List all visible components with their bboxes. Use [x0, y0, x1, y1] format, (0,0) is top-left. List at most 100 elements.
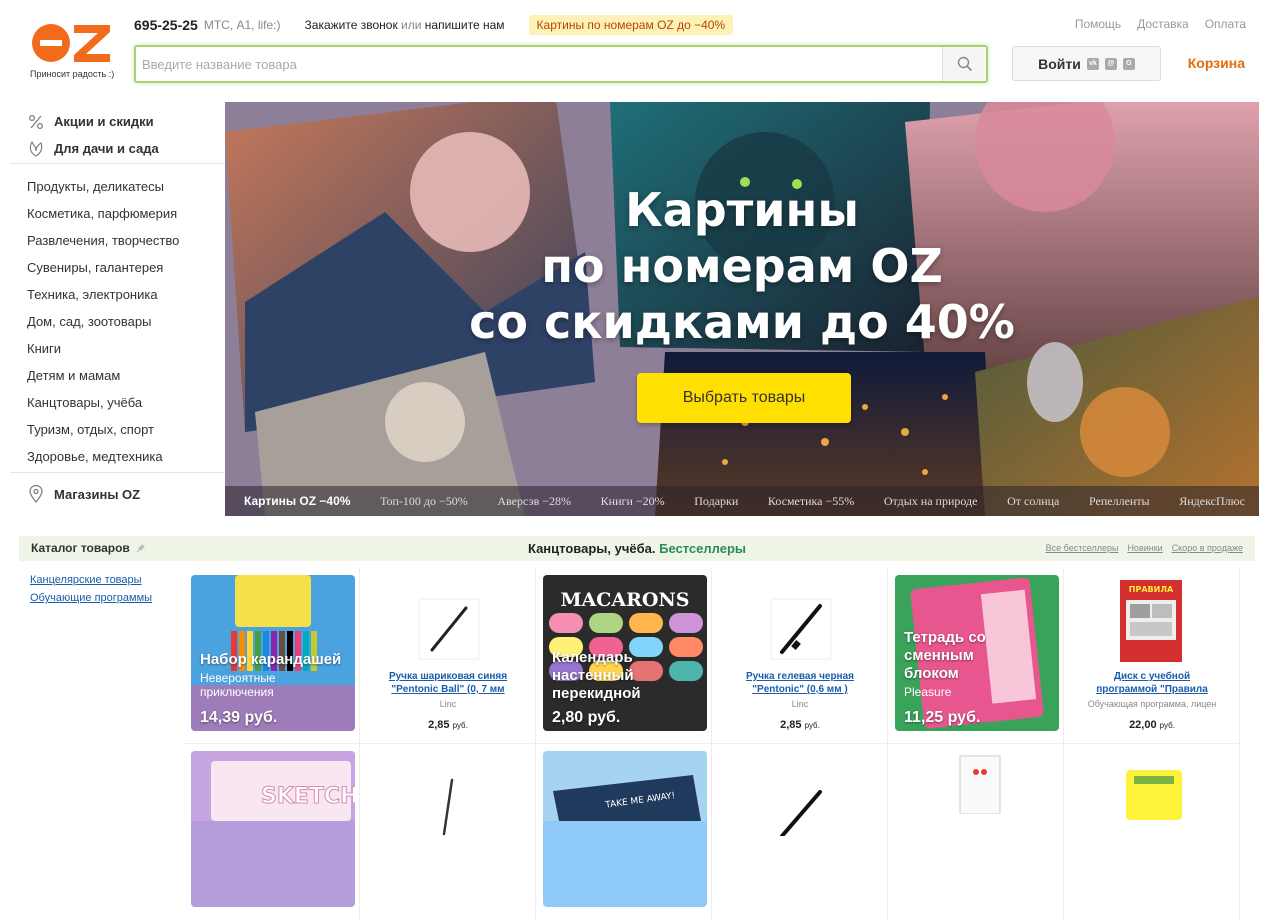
price-value: 22,00 [1129, 719, 1157, 731]
promo-badge[interactable]: Картины по номерам OZ до −40% [528, 15, 734, 35]
search-button[interactable] [942, 47, 986, 81]
svg-text:ПРАВИЛА: ПРАВИЛА [1129, 585, 1174, 594]
sidebar-item-stationery[interactable]: Канцтовары, учёба [10, 389, 225, 416]
banner-tab-paintings[interactable]: Картины OZ −40% [244, 494, 350, 508]
banner-tab-cosmetics[interactable]: Косметика −55% [768, 494, 854, 509]
google-plus-icon[interactable]: G [1122, 57, 1135, 70]
product-card[interactable] [1064, 744, 1240, 920]
sidebar-item-stores[interactable]: Магазины OZ [10, 473, 225, 515]
product-card[interactable]: ПРАВИЛА Диск с учебной программой "Прави… [1064, 568, 1240, 744]
sidebar-item-health[interactable]: Здоровье, медтехника [10, 443, 225, 470]
sidebar-item-sales[interactable]: Акции и скидки [10, 108, 225, 135]
login-button[interactable]: Войти vk @ G [1012, 46, 1161, 81]
product-card[interactable]: MACARONS Календарь настенный перекидной … [536, 568, 712, 744]
help-link[interactable]: Помощь [1075, 17, 1121, 31]
new-items-link[interactable]: Новинки [1127, 543, 1162, 553]
sidebar-item-electronics[interactable]: Техника, электроника [10, 281, 225, 308]
bestsellers-link[interactable]: Бестселлеры [659, 541, 746, 556]
promo-subtitle: Pleasure [904, 685, 952, 699]
sidebar-item-label: Магазины OZ [54, 486, 141, 502]
vk-icon[interactable]: vk [1086, 57, 1099, 70]
search-icon [957, 56, 972, 72]
product-title[interactable]: Ручка шариковая синяя "Pentonic Ball" (0… [368, 670, 528, 696]
product-card[interactable]: Набор карандашей Невероятные приключения… [184, 568, 360, 744]
product-card[interactable] [712, 744, 888, 920]
promo-image: MACARONS Календарь настенный перекидной … [543, 575, 707, 731]
phone-number[interactable]: 695-25-25 [134, 17, 198, 33]
sidebar-item-home[interactable]: Дом, сад, зоотовары [10, 308, 225, 335]
product-title-line: Ручка гелевая черная [746, 671, 854, 682]
pen-thumbnail [770, 598, 832, 660]
sidebar-item-entertainment[interactable]: Развлечения, творчество [10, 227, 225, 254]
sidebar-categories: Продукты, деликатесы Косметика, парфюмер… [10, 164, 225, 473]
callback-link[interactable]: Закажите звонок [305, 18, 398, 32]
sidebar-item-books[interactable]: Книги [10, 335, 225, 362]
promo-banner[interactable]: Картины по номерам OZ со скидками до 40%… [225, 102, 1259, 516]
sketchbook-illustration: SKETCH [191, 751, 355, 821]
banner-cta-button[interactable]: Выбрать товары [637, 373, 851, 423]
payment-link[interactable]: Оплата [1205, 17, 1246, 31]
login-label: Войти [1038, 55, 1081, 72]
product-image: TAKE ME AWAY! [543, 751, 707, 907]
promo-title: Тетрадь со сменным блоком [904, 629, 986, 682]
banner-tab-repellents[interactable]: Репелленты [1089, 494, 1150, 509]
sidebar-item-kids[interactable]: Детям и мамам [10, 362, 225, 389]
product-card[interactable]: TAKE ME AWAY! [536, 744, 712, 920]
product-brand: Linc [439, 699, 457, 709]
product-title-line: Ручка шариковая синяя [388, 671, 508, 682]
cart-link[interactable]: Корзина [1188, 55, 1245, 71]
subcategory-stationery[interactable]: Канцелярские товары [30, 574, 152, 586]
product-title-line: "Pentonic" (0,6 мм ) [752, 684, 848, 695]
sidebar-item-food[interactable]: Продукты, деликатесы [10, 173, 225, 200]
write-us-link[interactable]: напишите нам [425, 18, 505, 32]
banner-title-line: со скидками до 40% [469, 295, 1015, 349]
banner-tab-books[interactable]: Книги −20% [601, 494, 665, 509]
product-price: 2,85 руб. [368, 719, 528, 731]
banner-tab-gifts[interactable]: Подарки [694, 494, 738, 509]
product-card[interactable]: Тетрадь со сменным блоком Pleasure 11,25… [888, 568, 1064, 744]
product-title[interactable]: Ручка гелевая черная "Pentonic" (0,6 мм … [720, 670, 880, 696]
all-bestsellers-link[interactable]: Все бестселлеры [1046, 543, 1119, 553]
header: Приносит радость :) 695-25-25 МТС, A1, l… [0, 0, 1264, 100]
disk-thumbnail: ПРАВИЛА [1120, 580, 1182, 662]
section-name: Канцтовары, учёба. [527, 541, 656, 556]
pencil-case-illustration: TAKE ME AWAY! [543, 751, 707, 821]
logo[interactable]: Приносит радость :) [28, 18, 124, 82]
promo-price: 11,25 руб. [904, 709, 981, 726]
delivery-link[interactable]: Доставка [1137, 17, 1189, 31]
banner-tab-sun[interactable]: От солнца [1007, 494, 1059, 509]
price-value: 2,85 [780, 719, 802, 731]
search-box [134, 45, 988, 83]
banner-title: Картины по номерам OZ со скидками до 40% [225, 182, 1259, 350]
promo-subtitle: Невероятные приключения [200, 671, 276, 699]
svg-text:SKETCH: SKETCH [261, 784, 355, 809]
sidebar-item-tourism[interactable]: Туризм, отдых, спорт [10, 416, 225, 443]
mail-icon[interactable]: @ [1104, 57, 1117, 70]
subcategory-learning-programs[interactable]: Обучающие программы [30, 592, 152, 604]
promo-price: 2,80 руб. [552, 709, 621, 726]
search-input[interactable] [142, 47, 942, 81]
catalog-title[interactable]: Каталог товаров [31, 541, 146, 555]
product-card[interactable] [888, 744, 1064, 920]
promo-image: Набор карандашей Невероятные приключения… [191, 575, 355, 731]
banner-tab-top100[interactable]: Топ-100 до −50% [380, 494, 468, 509]
pin-icon[interactable] [136, 543, 146, 553]
product-title-line: программой "Правила [1096, 684, 1208, 695]
product-card[interactable]: Ручка гелевая черная "Pentonic" (0,6 мм … [712, 568, 888, 744]
banner-tab-aversev[interactable]: Аверсэв −28% [497, 494, 571, 509]
sidebar-item-cosmetics[interactable]: Косметика, парфюмерия [10, 200, 225, 227]
product-card[interactable]: Ручка шариковая синяя "Pentonic Ball" (0… [360, 568, 536, 744]
sidebar-item-garden[interactable]: Для дачи и сада [10, 135, 225, 162]
product-title[interactable]: Диск с учебной программой "Правила [1072, 670, 1232, 696]
callback-links: Закажите звонок или напишите нам [305, 18, 505, 32]
coming-soon-link[interactable]: Скоро в продаже [1172, 543, 1243, 553]
product-card[interactable]: SKETCH [184, 744, 360, 920]
location-pin-icon [29, 485, 43, 503]
logo-tagline: Приносит радость :) [30, 69, 115, 79]
banner-tab-outdoor[interactable]: Отдых на природе [884, 494, 978, 509]
product-price: 2,85 руб. [720, 719, 880, 731]
sidebar-item-souvenirs[interactable]: Сувениры, галантерея [10, 254, 225, 281]
pen-thumbnail [418, 598, 480, 660]
banner-tab-yandex-plus[interactable]: ЯндексПлюс [1179, 494, 1245, 509]
product-card[interactable] [360, 744, 536, 920]
